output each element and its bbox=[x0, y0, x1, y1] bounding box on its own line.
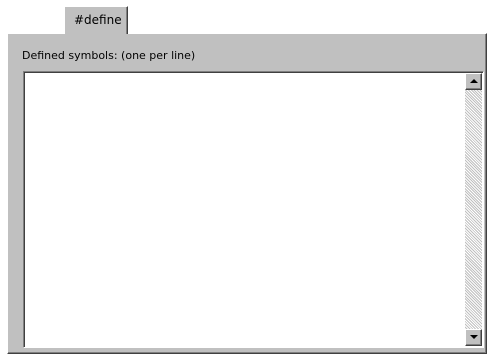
scroll-down-arrow-icon bbox=[470, 335, 478, 339]
scroll-up-arrow-icon bbox=[470, 79, 478, 83]
defined-symbols-textarea[interactable] bbox=[23, 71, 484, 348]
scroll-up-button[interactable] bbox=[465, 73, 482, 90]
vertical-scrollbar[interactable] bbox=[465, 73, 482, 346]
tab-define[interactable]: #define bbox=[64, 6, 128, 34]
scroll-down-button[interactable] bbox=[465, 329, 482, 346]
tab-define-label: #define bbox=[74, 13, 122, 27]
defined-symbols-label: Defined symbols: (one per line) bbox=[22, 49, 196, 62]
